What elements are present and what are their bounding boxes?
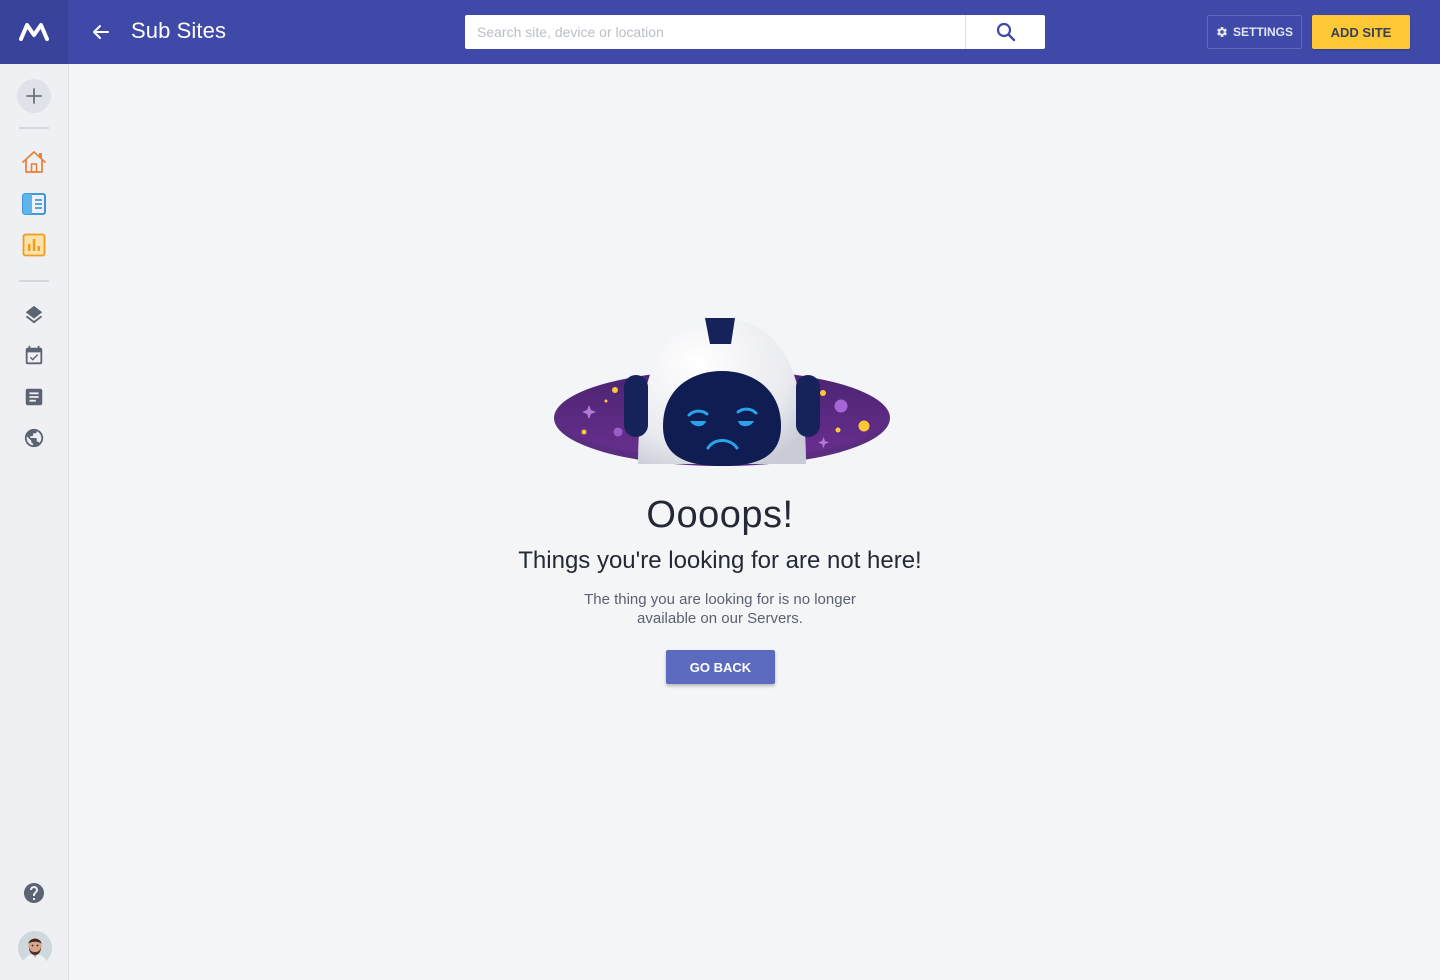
sidebar-divider (19, 127, 49, 129)
error-description: The thing you are looking for is no long… (584, 591, 856, 627)
sad-robot-illustration (552, 314, 892, 469)
sidebar-item-help[interactable] (18, 877, 50, 909)
go-back-button[interactable]: GO BACK (666, 650, 775, 684)
top-bar: Sub Sites SETTINGS ADD SITE (0, 0, 1440, 64)
reports-icon (22, 233, 46, 257)
add-site-button[interactable]: ADD SITE (1312, 15, 1410, 49)
calendar-check-icon (25, 345, 43, 365)
layers-icon (25, 305, 43, 324)
home-icon (22, 151, 46, 173)
sidebar-item-layers[interactable] (18, 299, 50, 331)
document-icon (25, 388, 43, 406)
help-icon (24, 883, 44, 903)
user-avatar-icon (18, 931, 52, 965)
settings-button[interactable]: SETTINGS (1207, 15, 1302, 49)
plus-icon (26, 88, 42, 104)
search-button[interactable] (965, 15, 1045, 49)
back-arrow-icon[interactable] (86, 17, 116, 47)
sidebar-item-documents[interactable] (18, 381, 50, 413)
sites-icon (22, 193, 46, 215)
search-bar (465, 15, 1045, 49)
avatar[interactable] (18, 931, 52, 965)
sidebar-item-global[interactable] (18, 422, 50, 454)
add-button[interactable] (17, 79, 51, 113)
gear-icon (1217, 27, 1227, 38)
main-content: Oooops! Things you're looking for are no… (69, 64, 1440, 980)
globe-icon (24, 428, 44, 448)
page-title: Sub Sites (131, 18, 227, 43)
sidebar-item-reports[interactable] (18, 229, 50, 261)
search-icon (996, 22, 1015, 42)
sad-robot-icon (554, 318, 890, 466)
error-heading: Oooops! (646, 494, 794, 536)
logo-icon (19, 23, 49, 41)
search-input[interactable] (465, 15, 965, 49)
sidebar (0, 64, 69, 980)
error-subheading: Things you're looking for are not here! (518, 547, 922, 574)
settings-label: SETTINGS (1232, 25, 1293, 39)
app-logo[interactable] (0, 0, 68, 64)
sidebar-item-schedule[interactable] (18, 340, 50, 372)
sidebar-item-sites[interactable] (18, 188, 50, 220)
sidebar-item-home[interactable] (18, 146, 50, 178)
sidebar-divider (19, 280, 49, 282)
